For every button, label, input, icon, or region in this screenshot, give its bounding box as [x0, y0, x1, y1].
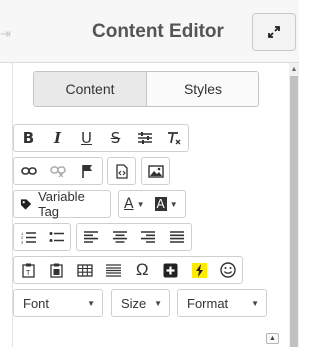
- caret-down-icon: ▼: [87, 298, 95, 308]
- collapse-panel-icon[interactable]: ⇥: [0, 26, 11, 42]
- smiley-icon: [220, 262, 236, 278]
- paste-text-button[interactable]: T: [14, 257, 43, 283]
- link-icon: [20, 167, 37, 175]
- numbered-list-icon: 123: [21, 231, 36, 244]
- font-select[interactable]: Font ▼: [13, 289, 103, 317]
- caret-down-icon: ▼: [136, 199, 145, 209]
- paste-word-icon: [50, 263, 63, 278]
- link-toolbar-group: [13, 157, 103, 185]
- dynamic-content-button[interactable]: [185, 257, 214, 283]
- align-center-icon: [112, 231, 127, 243]
- insert-toolbar-group: T Ω: [13, 256, 243, 284]
- tab-styles[interactable]: Styles: [147, 72, 258, 106]
- clear-format-icon: [167, 132, 180, 145]
- strikethrough-button[interactable]: S: [101, 125, 130, 151]
- unlink-icon: [49, 166, 66, 177]
- anchor-flag-button[interactable]: [72, 158, 101, 184]
- color-toolbar-group: A ▼ A ▼: [118, 190, 186, 218]
- source-toolbar-group: [107, 157, 136, 185]
- list-toolbar-group: 123: [13, 223, 71, 251]
- tab-content[interactable]: Content: [34, 72, 147, 106]
- link-button[interactable]: [14, 158, 43, 184]
- svg-text:3: 3: [21, 239, 24, 244]
- format-select[interactable]: Format ▼: [177, 289, 267, 317]
- line-height-icon: [137, 132, 152, 144]
- source-code-button[interactable]: [108, 158, 135, 184]
- source-code-icon: [115, 163, 128, 179]
- tag-icon: [20, 198, 32, 210]
- format-toolbar-group: B I U S: [13, 124, 189, 152]
- variable-tag-button[interactable]: Variable Tag: [14, 189, 110, 219]
- plus-square-icon: [163, 263, 178, 277]
- size-select[interactable]: Size ▼: [111, 289, 170, 317]
- background-color-dropdown[interactable]: A ▼: [150, 191, 183, 217]
- insert-image-button[interactable]: [142, 158, 169, 184]
- expand-icon: [268, 26, 280, 38]
- image-toolbar-group: [141, 157, 170, 185]
- caret-up-icon: ▲: [269, 335, 276, 342]
- bulleted-list-button[interactable]: [42, 224, 70, 250]
- paste-word-button[interactable]: [43, 257, 72, 283]
- special-character-button[interactable]: Ω: [128, 257, 157, 283]
- variable-tag-group: Variable Tag: [13, 189, 111, 219]
- editor-tabs: Content Styles: [33, 71, 259, 107]
- editor-header: ⇥ Content Editor: [0, 0, 299, 63]
- align-center-button[interactable]: [106, 224, 135, 250]
- align-toolbar-group: [76, 223, 192, 251]
- horizontal-line-button[interactable]: [100, 257, 129, 283]
- align-right-icon: [141, 231, 156, 243]
- underline-button[interactable]: U: [72, 125, 101, 151]
- variable-tag-label: Variable Tag: [38, 189, 85, 219]
- align-justify-button[interactable]: [163, 224, 192, 250]
- font-select-value: Font: [23, 295, 50, 311]
- align-left-icon: [84, 231, 99, 243]
- paste-text-icon: T: [22, 263, 35, 278]
- horizontal-line-icon: [106, 263, 122, 277]
- text-color-icon: A: [124, 196, 134, 212]
- unlink-button[interactable]: [43, 158, 72, 184]
- page-title: Content Editor: [92, 21, 224, 42]
- bulleted-list-icon: [49, 231, 64, 242]
- align-justify-icon: [169, 231, 184, 243]
- size-select-value: Size: [121, 295, 147, 311]
- collapse-toolbar-button[interactable]: ▲: [266, 333, 279, 344]
- image-icon: [147, 164, 164, 178]
- insert-block-button[interactable]: [157, 257, 186, 283]
- numbered-list-button[interactable]: 123: [14, 224, 42, 250]
- align-left-button[interactable]: [77, 224, 106, 250]
- align-right-button[interactable]: [134, 224, 163, 250]
- bold-button[interactable]: B: [14, 125, 43, 151]
- background-color-icon: A: [154, 197, 167, 211]
- line-height-button[interactable]: [130, 125, 159, 151]
- table-icon: [77, 263, 93, 277]
- expand-button[interactable]: [252, 13, 296, 51]
- text-color-dropdown[interactable]: A ▼: [119, 191, 150, 217]
- scroll-up-arrow-icon[interactable]: ▲: [289, 63, 299, 75]
- svg-text:T: T: [26, 270, 31, 277]
- emoji-button[interactable]: [214, 257, 243, 283]
- clear-format-button[interactable]: [159, 125, 188, 151]
- italic-button[interactable]: I: [43, 125, 72, 151]
- scrollbar-thumb[interactable]: [290, 76, 298, 347]
- format-select-value: Format: [187, 295, 229, 311]
- insert-table-button[interactable]: [71, 257, 100, 283]
- flag-icon: [81, 165, 92, 178]
- lightning-icon: [191, 262, 207, 278]
- caret-down-icon: ▼: [154, 298, 162, 308]
- caret-down-icon: ▼: [251, 298, 259, 308]
- caret-down-icon: ▼: [169, 199, 178, 209]
